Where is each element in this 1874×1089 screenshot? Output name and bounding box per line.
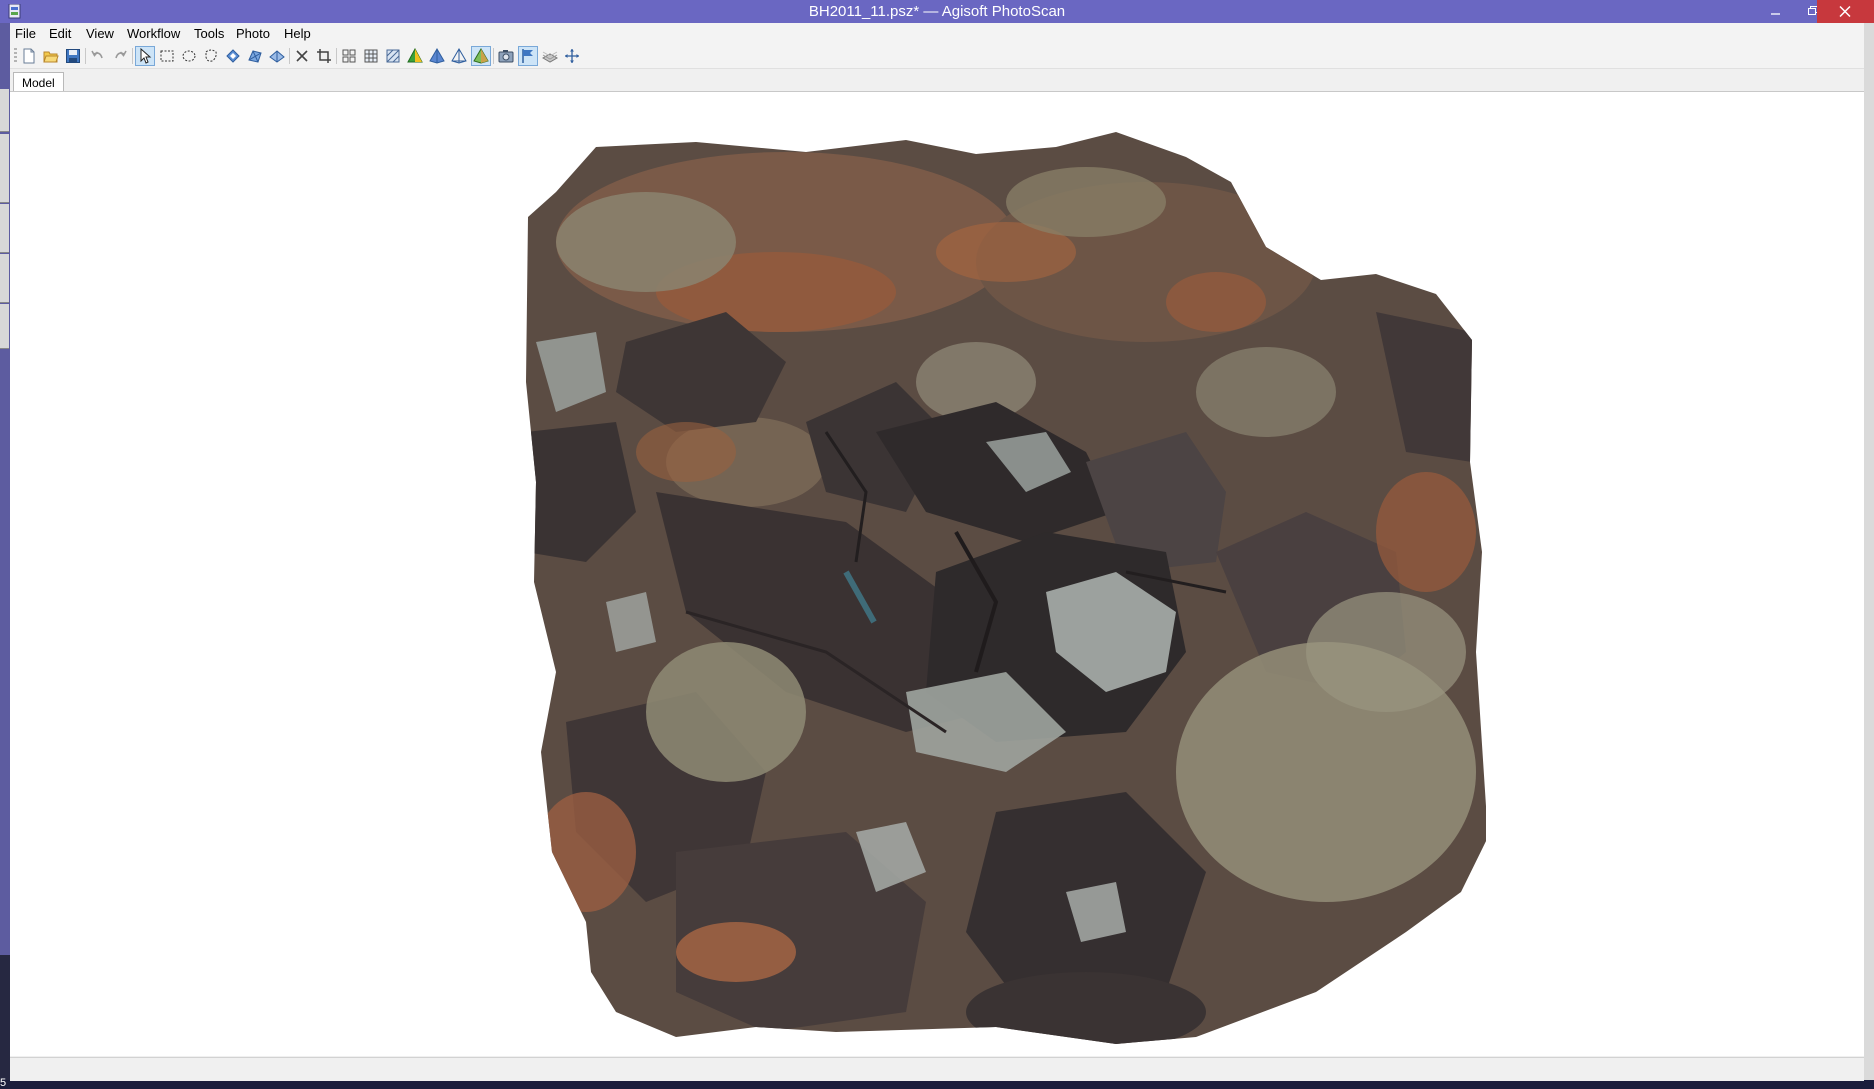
window-title: BH2011_11.psz* — Agisoft PhotoScan — [808, 3, 1066, 20]
close-button[interactable] — [1817, 0, 1874, 23]
redo-button[interactable] — [110, 46, 130, 66]
toolbar-grip[interactable] — [14, 48, 17, 64]
dense-cloud-button[interactable] — [361, 46, 381, 66]
point-cloud-icon — [342, 49, 356, 63]
title-bar[interactable]: BH2011_11.psz* — Agisoft PhotoScan — [0, 0, 1874, 23]
minimize-button[interactable] — [1757, 0, 1795, 23]
main-toolbar — [10, 44, 1864, 69]
textured-model-button[interactable] — [471, 46, 491, 66]
open-folder-icon — [43, 51, 59, 63]
menu-view[interactable]: View — [86, 25, 114, 42]
free-form-selection-button[interactable] — [201, 46, 221, 66]
rectangle-selection-button[interactable] — [157, 46, 177, 66]
dock-pane-tab[interactable] — [0, 254, 9, 303]
textured-model-icon — [473, 48, 489, 64]
wireframe-button[interactable] — [383, 46, 403, 66]
model-viewport[interactable] — [10, 91, 1864, 1056]
undo-button[interactable] — [88, 46, 108, 66]
reset-view-button[interactable] — [562, 46, 582, 66]
invert-selection-button[interactable] — [267, 46, 287, 66]
rock-surface — [526, 132, 1486, 1044]
dock-strip-lower — [0, 955, 10, 1080]
toolbar-separator — [132, 48, 133, 64]
main-window: File Edit View Workflow Tools Photo Help — [10, 23, 1864, 1081]
dock-pane-tab[interactable] — [0, 89, 9, 132]
dock-pane-tab[interactable] — [0, 134, 9, 203]
free-form-selection-icon — [205, 49, 217, 62]
select-faces-button[interactable] — [245, 46, 265, 66]
menu-bar: File Edit View Workflow Tools Photo Help — [10, 23, 1864, 44]
toolbar-separator — [289, 48, 290, 64]
right-frame-strip — [1864, 23, 1874, 1080]
wireframe-model-icon — [451, 48, 467, 64]
menu-edit[interactable]: Edit — [49, 25, 71, 42]
show-cameras-icon — [498, 50, 514, 63]
shaded-model-button[interactable] — [405, 46, 425, 66]
menu-help[interactable]: Help — [284, 25, 311, 42]
left-dock-strip: 5 — [0, 23, 10, 1089]
tab-model[interactable]: Model — [13, 72, 64, 93]
new-document-icon — [23, 48, 35, 64]
save-icon — [66, 49, 80, 63]
undo-icon — [91, 50, 103, 59]
reset-view-icon — [565, 49, 579, 63]
toolbar-separator — [493, 48, 494, 64]
shaded-model-icon — [407, 48, 423, 63]
solid-model-button[interactable] — [427, 46, 447, 66]
toolbar-separator — [85, 48, 86, 64]
show-region-icon — [542, 51, 558, 63]
circle-selection-icon — [182, 50, 196, 62]
show-markers-icon — [522, 49, 533, 63]
show-markers-button[interactable] — [518, 46, 538, 66]
dock-pane-tab[interactable] — [0, 304, 9, 349]
crop-selection-button[interactable] — [314, 46, 334, 66]
menu-workflow[interactable]: Workflow — [127, 25, 180, 42]
rectangle-selection-icon — [160, 50, 174, 62]
dock-pane-tab[interactable] — [0, 204, 9, 253]
show-region-button[interactable] — [540, 46, 560, 66]
crop-selection-icon — [317, 49, 331, 63]
circle-selection-button[interactable] — [179, 46, 199, 66]
status-digit: 5 — [0, 1077, 7, 1089]
gradual-selection-icon — [226, 49, 240, 63]
point-cloud-button[interactable] — [339, 46, 359, 66]
textured-rock-model — [526, 132, 1486, 1044]
menu-file[interactable]: File — [15, 25, 36, 42]
menu-photo[interactable]: Photo — [236, 25, 270, 42]
status-bar — [10, 1057, 1864, 1081]
navigation-button[interactable] — [135, 46, 155, 66]
dense-cloud-icon — [364, 49, 378, 63]
show-cameras-button[interactable] — [496, 46, 516, 66]
open-button[interactable] — [41, 46, 61, 66]
navigation-arrow-icon — [140, 48, 152, 64]
photoscan-app: BH2011_11.psz* — Agisoft PhotoScan 5 Fil… — [0, 0, 1874, 1089]
solid-model-icon — [429, 48, 445, 64]
delete-selection-icon — [296, 50, 308, 62]
delete-selection-button[interactable] — [292, 46, 312, 66]
wireframe-model-button[interactable] — [449, 46, 469, 66]
minimize-icon — [1771, 13, 1780, 15]
gradual-selection-button[interactable] — [223, 46, 243, 66]
redo-icon — [115, 50, 127, 59]
select-faces-icon — [248, 50, 262, 63]
save-button[interactable] — [63, 46, 83, 66]
invert-selection-icon — [269, 50, 285, 63]
new-button[interactable] — [19, 46, 39, 66]
close-icon — [1839, 6, 1851, 17]
toolbar-separator — [336, 48, 337, 64]
menu-tools[interactable]: Tools — [194, 25, 224, 42]
wireframe-icon — [386, 49, 400, 63]
